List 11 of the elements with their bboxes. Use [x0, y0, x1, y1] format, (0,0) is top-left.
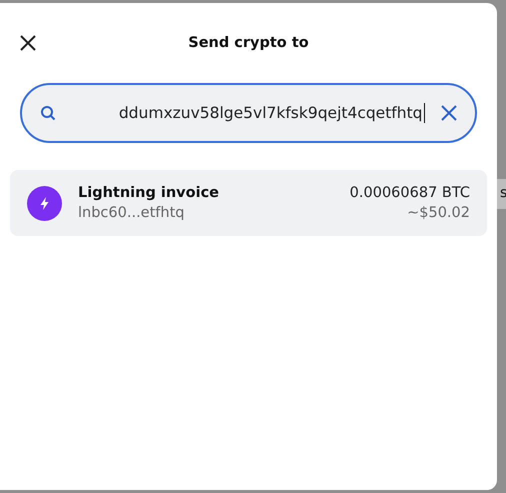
crypto-amount: 0.00060687 BTC [350, 185, 470, 201]
search-field[interactable]: ddumxzuv58lge5vl7kfsk9qejt4cqetfhtq [20, 83, 477, 143]
close-icon [19, 34, 37, 52]
search-icon [40, 105, 56, 121]
result-title: Lightning invoice [78, 185, 220, 201]
result-row[interactable]: Lightning invoice lnbc60...etfhtq 0.00060687 BTC ~$50.02 [10, 170, 487, 236]
close-icon [441, 105, 457, 121]
invoice-address: lnbc60...etfhtq [78, 205, 186, 221]
dialog-title: Send crypto to [188, 35, 309, 51]
fiat-amount: ~$50.02 [407, 205, 470, 221]
lightning-icon [27, 186, 62, 220]
